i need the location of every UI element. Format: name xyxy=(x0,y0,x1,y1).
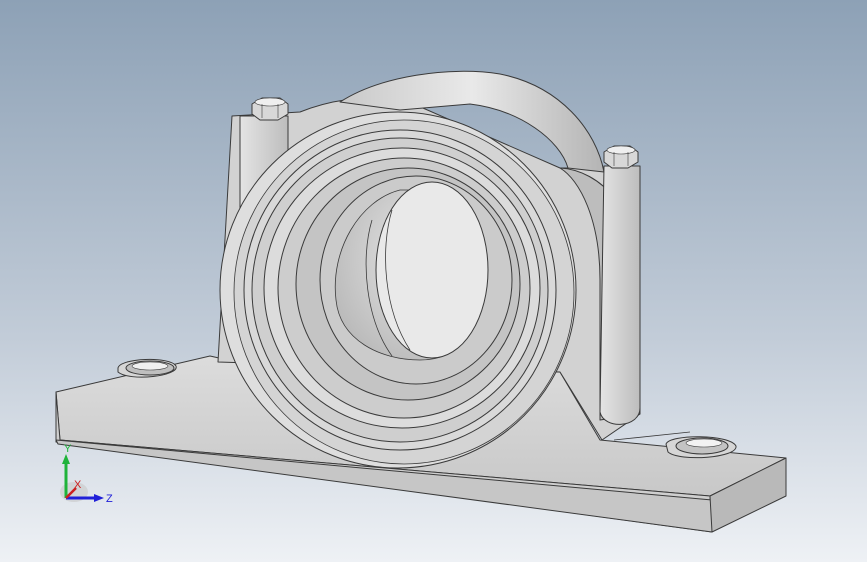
right-bolt-post[interactable] xyxy=(599,165,641,425)
graphics-viewport[interactable]: Y X Z xyxy=(0,0,867,562)
right-bolt-head[interactable] xyxy=(603,145,639,169)
bore-opening[interactable] xyxy=(375,181,489,359)
orientation-triad[interactable]: Y X Z xyxy=(52,440,122,520)
y-axis-arrow xyxy=(62,454,70,464)
model-scene[interactable] xyxy=(0,0,867,562)
z-axis-arrow xyxy=(94,494,104,502)
z-axis-label: Z xyxy=(106,493,113,505)
left-bolt-head[interactable] xyxy=(251,97,289,121)
x-axis-label: X xyxy=(74,479,82,491)
y-axis-label: Y xyxy=(64,443,72,455)
